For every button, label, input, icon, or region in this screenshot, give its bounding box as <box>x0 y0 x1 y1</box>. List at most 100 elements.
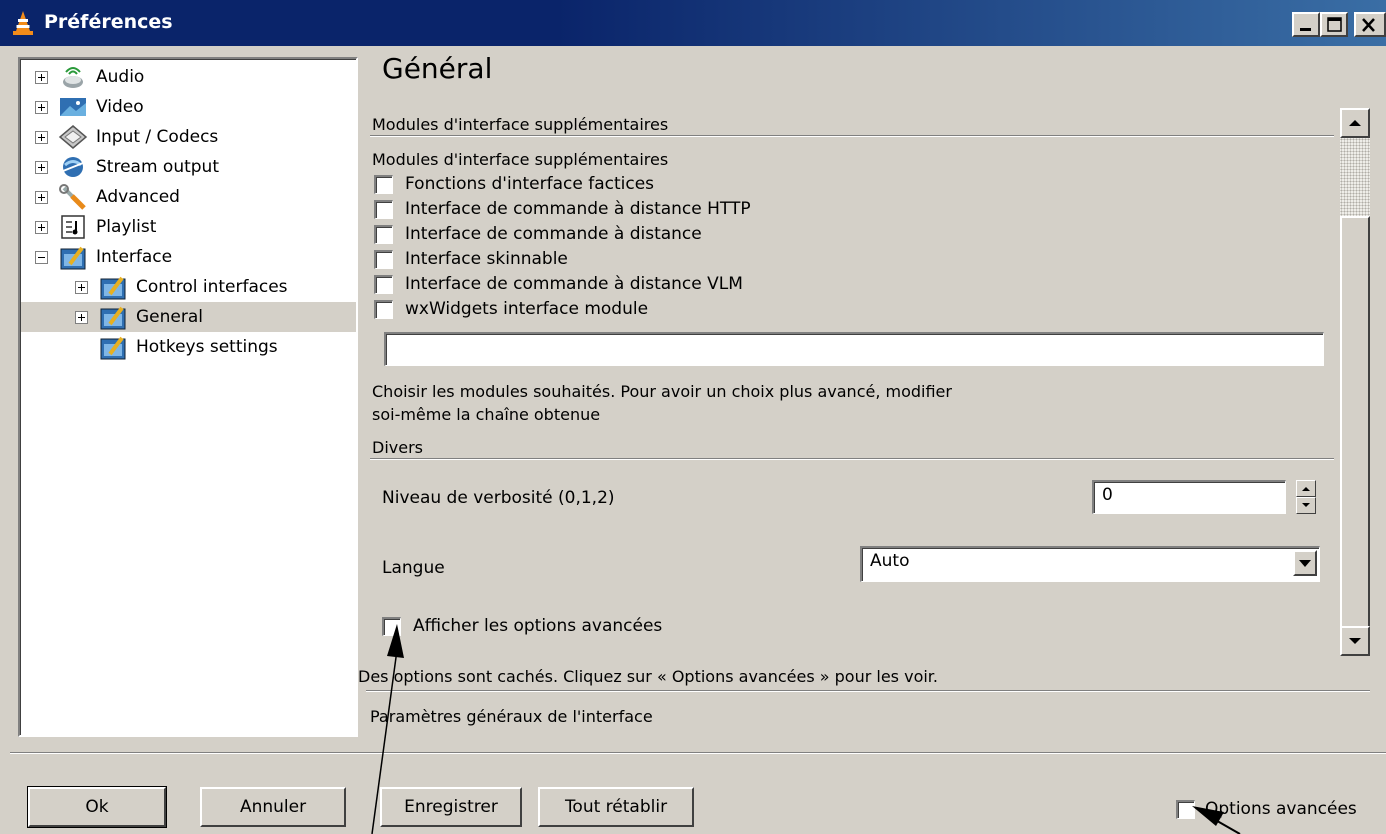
vlc-cone-icon <box>13 11 33 35</box>
maximize-button[interactable] <box>1320 12 1348 37</box>
show-advanced-row[interactable]: Afficher les options avancées <box>382 614 662 638</box>
show-advanced-label: Afficher les options avancées <box>413 616 663 636</box>
advanced-options-row[interactable]: Options avancées <box>1176 797 1357 821</box>
tree-item-label: Interface <box>96 247 173 267</box>
tree-item-interface[interactable]: Interface <box>35 242 172 272</box>
verbosity-input[interactable]: 0 <box>1092 480 1286 514</box>
section-divider <box>370 135 1334 137</box>
tree-item-input-codecs[interactable]: Input / Codecs <box>35 122 218 152</box>
checkbox-label: Interface de commande à distance HTTP <box>405 199 751 219</box>
checkbox[interactable] <box>374 224 393 244</box>
tree-item-advanced[interactable]: Advanced <box>35 182 180 212</box>
tree-item-label: Advanced <box>96 187 180 207</box>
ok-button[interactable]: Ok <box>27 786 167 828</box>
close-button[interactable] <box>1354 12 1386 37</box>
module-checkbox-row[interactable]: wxWidgets interface module <box>374 297 648 321</box>
language-select[interactable]: Auto <box>860 546 1320 582</box>
checkbox[interactable] <box>374 299 393 319</box>
minimize-button[interactable] <box>1292 12 1320 37</box>
tree-item-stream-output[interactable]: Stream output <box>35 152 219 182</box>
expand-icon[interactable] <box>35 160 48 174</box>
scroll-thumb[interactable] <box>1340 216 1370 628</box>
title-bar[interactable]: Préférences <box>0 0 1386 46</box>
expand-icon[interactable] <box>35 70 48 84</box>
checkbox-label: Interface de commande à distance VLM <box>405 274 743 294</box>
advanced-icon <box>58 184 88 210</box>
collapse-icon[interactable] <box>35 250 48 264</box>
minimize-icon <box>1300 28 1311 31</box>
expand-icon[interactable] <box>75 280 88 294</box>
maximize-icon <box>1327 17 1342 32</box>
checkbox[interactable] <box>374 174 393 194</box>
expand-icon[interactable] <box>75 310 88 324</box>
hidden-options-notice: Des options sont cachés. Cliquez sur « O… <box>358 667 938 686</box>
checkbox-label: Interface de commande à distance <box>405 224 702 244</box>
tree-item-playlist[interactable]: Playlist <box>35 212 156 242</box>
tree-item-control-interfaces[interactable]: Control interfaces <box>75 272 288 302</box>
language-selected-value: Auto <box>870 551 910 571</box>
module-checkbox-row[interactable]: Interface de commande à distance VLM <box>374 272 743 296</box>
language-label: Langue <box>382 558 445 578</box>
show-advanced-checkbox[interactable] <box>382 616 401 636</box>
tree-item-general[interactable]: General <box>21 302 356 332</box>
checkbox-label: Fonctions d'interface factices <box>405 174 655 194</box>
checkbox[interactable] <box>374 199 393 219</box>
reset-all-button[interactable]: Tout rétablir <box>538 787 694 827</box>
interface-icon <box>58 244 88 270</box>
playlist-icon <box>58 214 88 240</box>
expand-icon[interactable] <box>35 220 48 234</box>
tree-item-video[interactable]: Video <box>35 92 144 122</box>
tree-item-hotkeys-settings[interactable]: Hotkeys settings <box>98 332 278 362</box>
tree-item-label: Hotkeys settings <box>136 337 278 357</box>
section-divider <box>370 458 1334 460</box>
codecs-icon <box>58 124 88 150</box>
audio-icon <box>58 64 88 90</box>
module-checkbox-row[interactable]: Interface skinnable <box>374 247 568 271</box>
tree-item-label: Stream output <box>96 157 219 177</box>
module-checkbox-row[interactable]: Interface de commande à distance HTTP <box>374 197 751 221</box>
verbosity-spinner[interactable] <box>1296 480 1316 514</box>
advanced-options-label: Options avancées <box>1205 799 1357 819</box>
tree-item-label: Audio <box>96 67 145 87</box>
expand-icon[interactable] <box>35 130 48 144</box>
dropdown-button[interactable] <box>1293 550 1317 576</box>
module-checkbox-row[interactable]: Interface de commande à distance <box>374 222 702 246</box>
chevron-down-icon <box>1299 560 1311 567</box>
expand-icon[interactable] <box>35 190 48 204</box>
spin-up-button[interactable] <box>1296 480 1316 497</box>
panel-heading: Général <box>382 52 493 85</box>
arrow-down-icon <box>1349 638 1361 644</box>
arrow-up-icon <box>1349 120 1361 126</box>
vertical-scrollbar[interactable] <box>1340 108 1370 656</box>
section-divider <box>366 690 1370 692</box>
interface-icon <box>98 274 128 300</box>
modules-label: Modules d'interface supplémentaires <box>372 150 669 169</box>
checkbox[interactable] <box>374 274 393 294</box>
scroll-down-button[interactable] <box>1340 626 1370 656</box>
help-text-line-2: soi-même la chaîne obtenue <box>372 405 601 424</box>
scroll-track[interactable] <box>1340 138 1370 216</box>
save-button[interactable]: Enregistrer <box>380 787 522 827</box>
video-icon <box>58 94 88 120</box>
section-title-divers: Divers <box>372 438 423 457</box>
arrow-down-icon <box>1302 503 1310 507</box>
scroll-up-button[interactable] <box>1340 108 1370 138</box>
interface-icon <box>98 334 128 360</box>
category-tree[interactable]: Audio Video Input / Codecs Stream output <box>18 57 358 737</box>
spin-down-button[interactable] <box>1296 497 1316 514</box>
advanced-options-checkbox[interactable] <box>1176 799 1195 819</box>
checkbox-label: Interface skinnable <box>405 249 568 269</box>
category-tree-frame: Audio Video Input / Codecs Stream output <box>20 59 356 735</box>
tree-item-audio[interactable]: Audio <box>35 62 144 92</box>
module-checkbox-row[interactable]: Fonctions d'interface factices <box>374 172 654 196</box>
tree-item-label: Control interfaces <box>136 277 288 297</box>
tree-item-label: Playlist <box>96 217 157 237</box>
window-title: Préférences <box>44 11 173 33</box>
stream-output-icon <box>58 154 88 180</box>
checkbox[interactable] <box>374 249 393 269</box>
close-icon <box>1362 18 1375 32</box>
expand-icon[interactable] <box>35 100 48 114</box>
modules-string-input[interactable] <box>384 332 1324 366</box>
cancel-button[interactable]: Annuler <box>200 787 346 827</box>
settings-scroll-area[interactable]: Modules d'interface supplémentaires Modu… <box>366 102 1340 658</box>
